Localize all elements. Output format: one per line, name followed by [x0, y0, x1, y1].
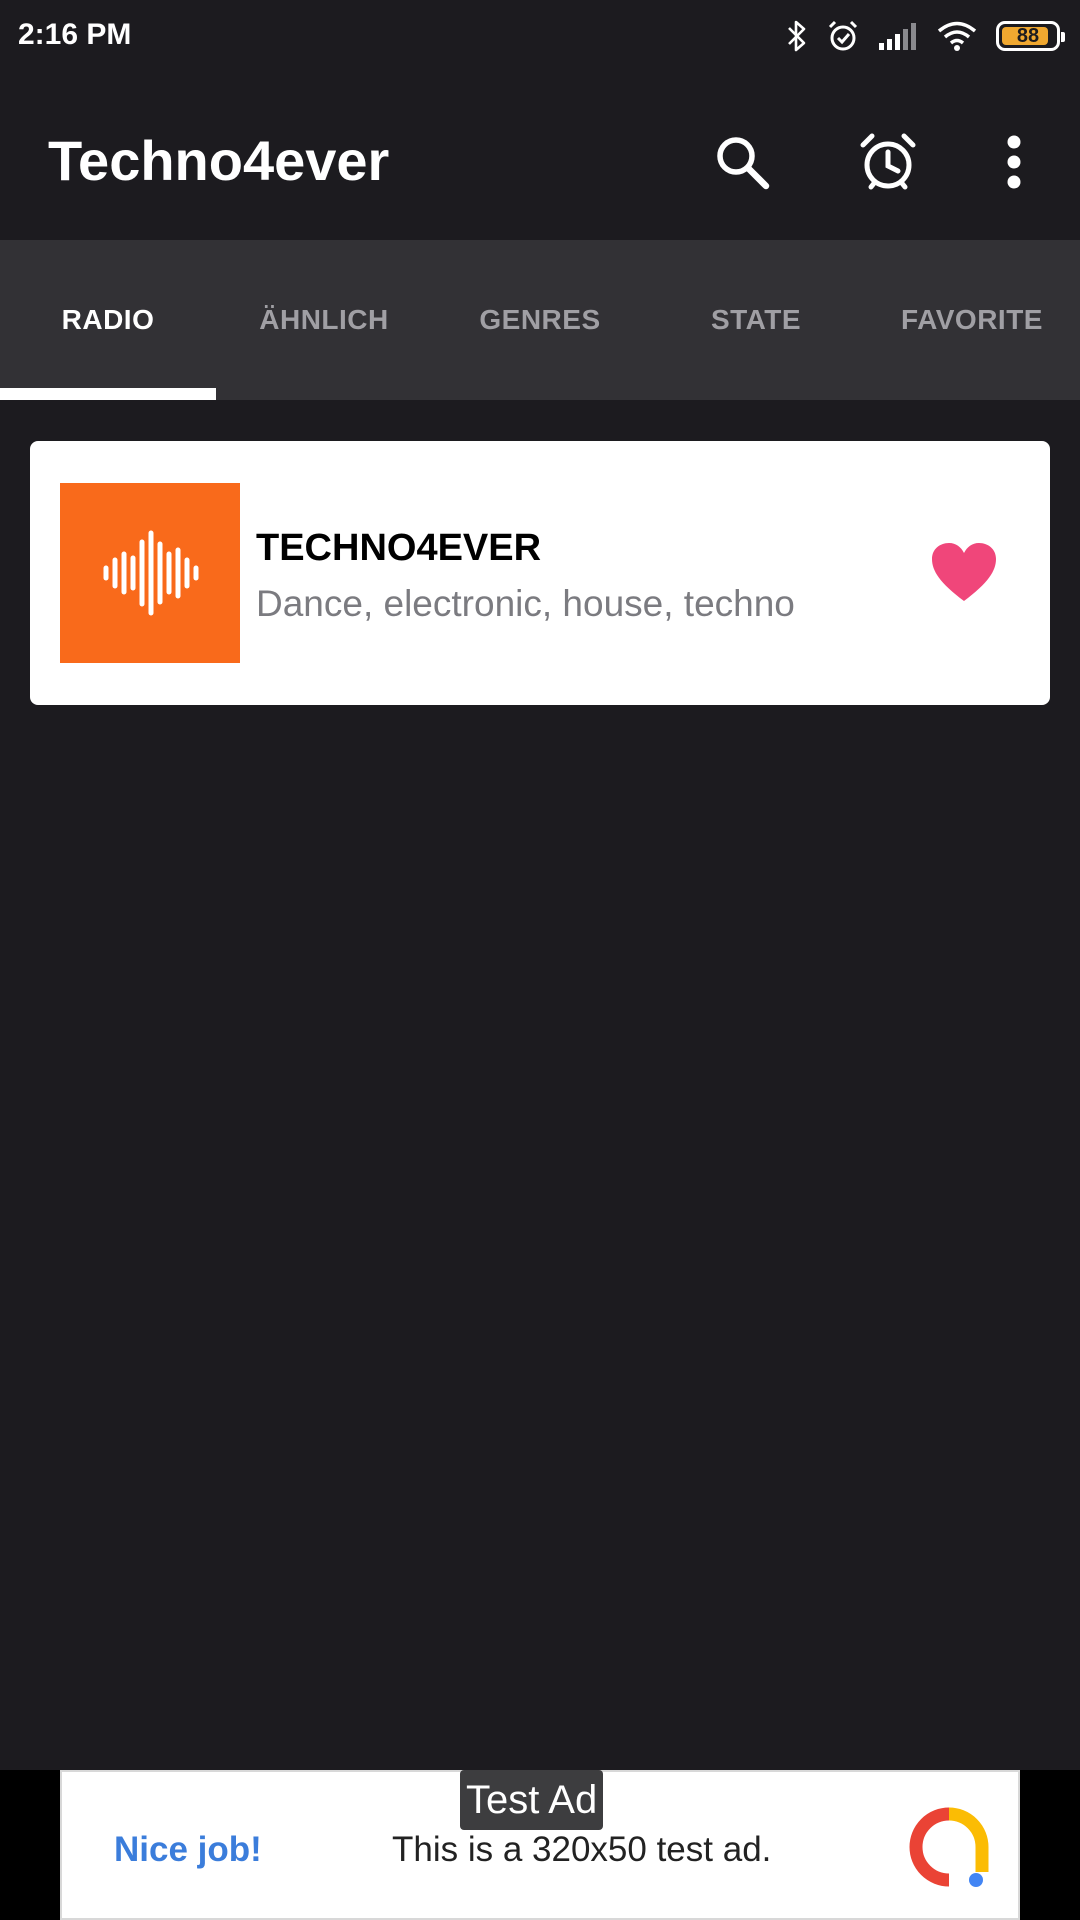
- app-bar: Techno4ever: [0, 74, 1080, 240]
- ad-label: Test Ad: [460, 1770, 604, 1830]
- battery-icon: 88: [996, 21, 1065, 51]
- heart-icon: [932, 543, 996, 601]
- search-icon: [717, 137, 770, 190]
- alarm-clock-button[interactable]: [848, 122, 928, 202]
- bluetooth-icon: [786, 19, 808, 53]
- station-card[interactable]: TECHNO4EVER Dance, electronic, house, te…: [30, 441, 1050, 705]
- status-bar: 2:16 PM 88: [0, 0, 1080, 74]
- app-title: Techno4ever: [48, 129, 390, 192]
- tab-genres[interactable]: GENRES: [432, 240, 648, 400]
- tab-aehnlich[interactable]: ÄHNLICH: [216, 240, 432, 400]
- active-tab-indicator: [0, 388, 216, 400]
- tab-state[interactable]: STATE: [648, 240, 864, 400]
- status-icons: 88: [786, 16, 1065, 56]
- search-button[interactable]: [702, 122, 782, 202]
- ad-text: This is a 320x50 test ad.: [392, 1830, 772, 1869]
- alarm-icon: [826, 19, 860, 53]
- tab-bar: RADIO ÄHNLICH GENRES STATE FAVORITE: [0, 240, 1080, 400]
- station-genres: Dance, electronic, house, techno: [256, 583, 795, 624]
- station-name: TECHNO4EVER: [256, 527, 542, 569]
- battery-tip: [1061, 32, 1065, 42]
- wifi-icon: [936, 20, 978, 52]
- more-options-button[interactable]: [974, 122, 1054, 202]
- signal-icon: [878, 21, 918, 51]
- favorite-button[interactable]: [930, 541, 998, 605]
- ad-headline: Nice job!: [114, 1830, 262, 1869]
- status-time: 2:16 PM: [18, 18, 132, 51]
- tab-favorite[interactable]: FAVORITE: [864, 240, 1080, 400]
- more-vert-icon: [1007, 135, 1021, 189]
- ad-logo-icon: [909, 1807, 989, 1887]
- station-logo: [60, 483, 240, 663]
- battery-level: 88: [1016, 24, 1040, 47]
- sound-wave-icon: [103, 530, 199, 616]
- tab-radio[interactable]: RADIO: [0, 240, 216, 400]
- alarm-clock-icon: [860, 133, 916, 190]
